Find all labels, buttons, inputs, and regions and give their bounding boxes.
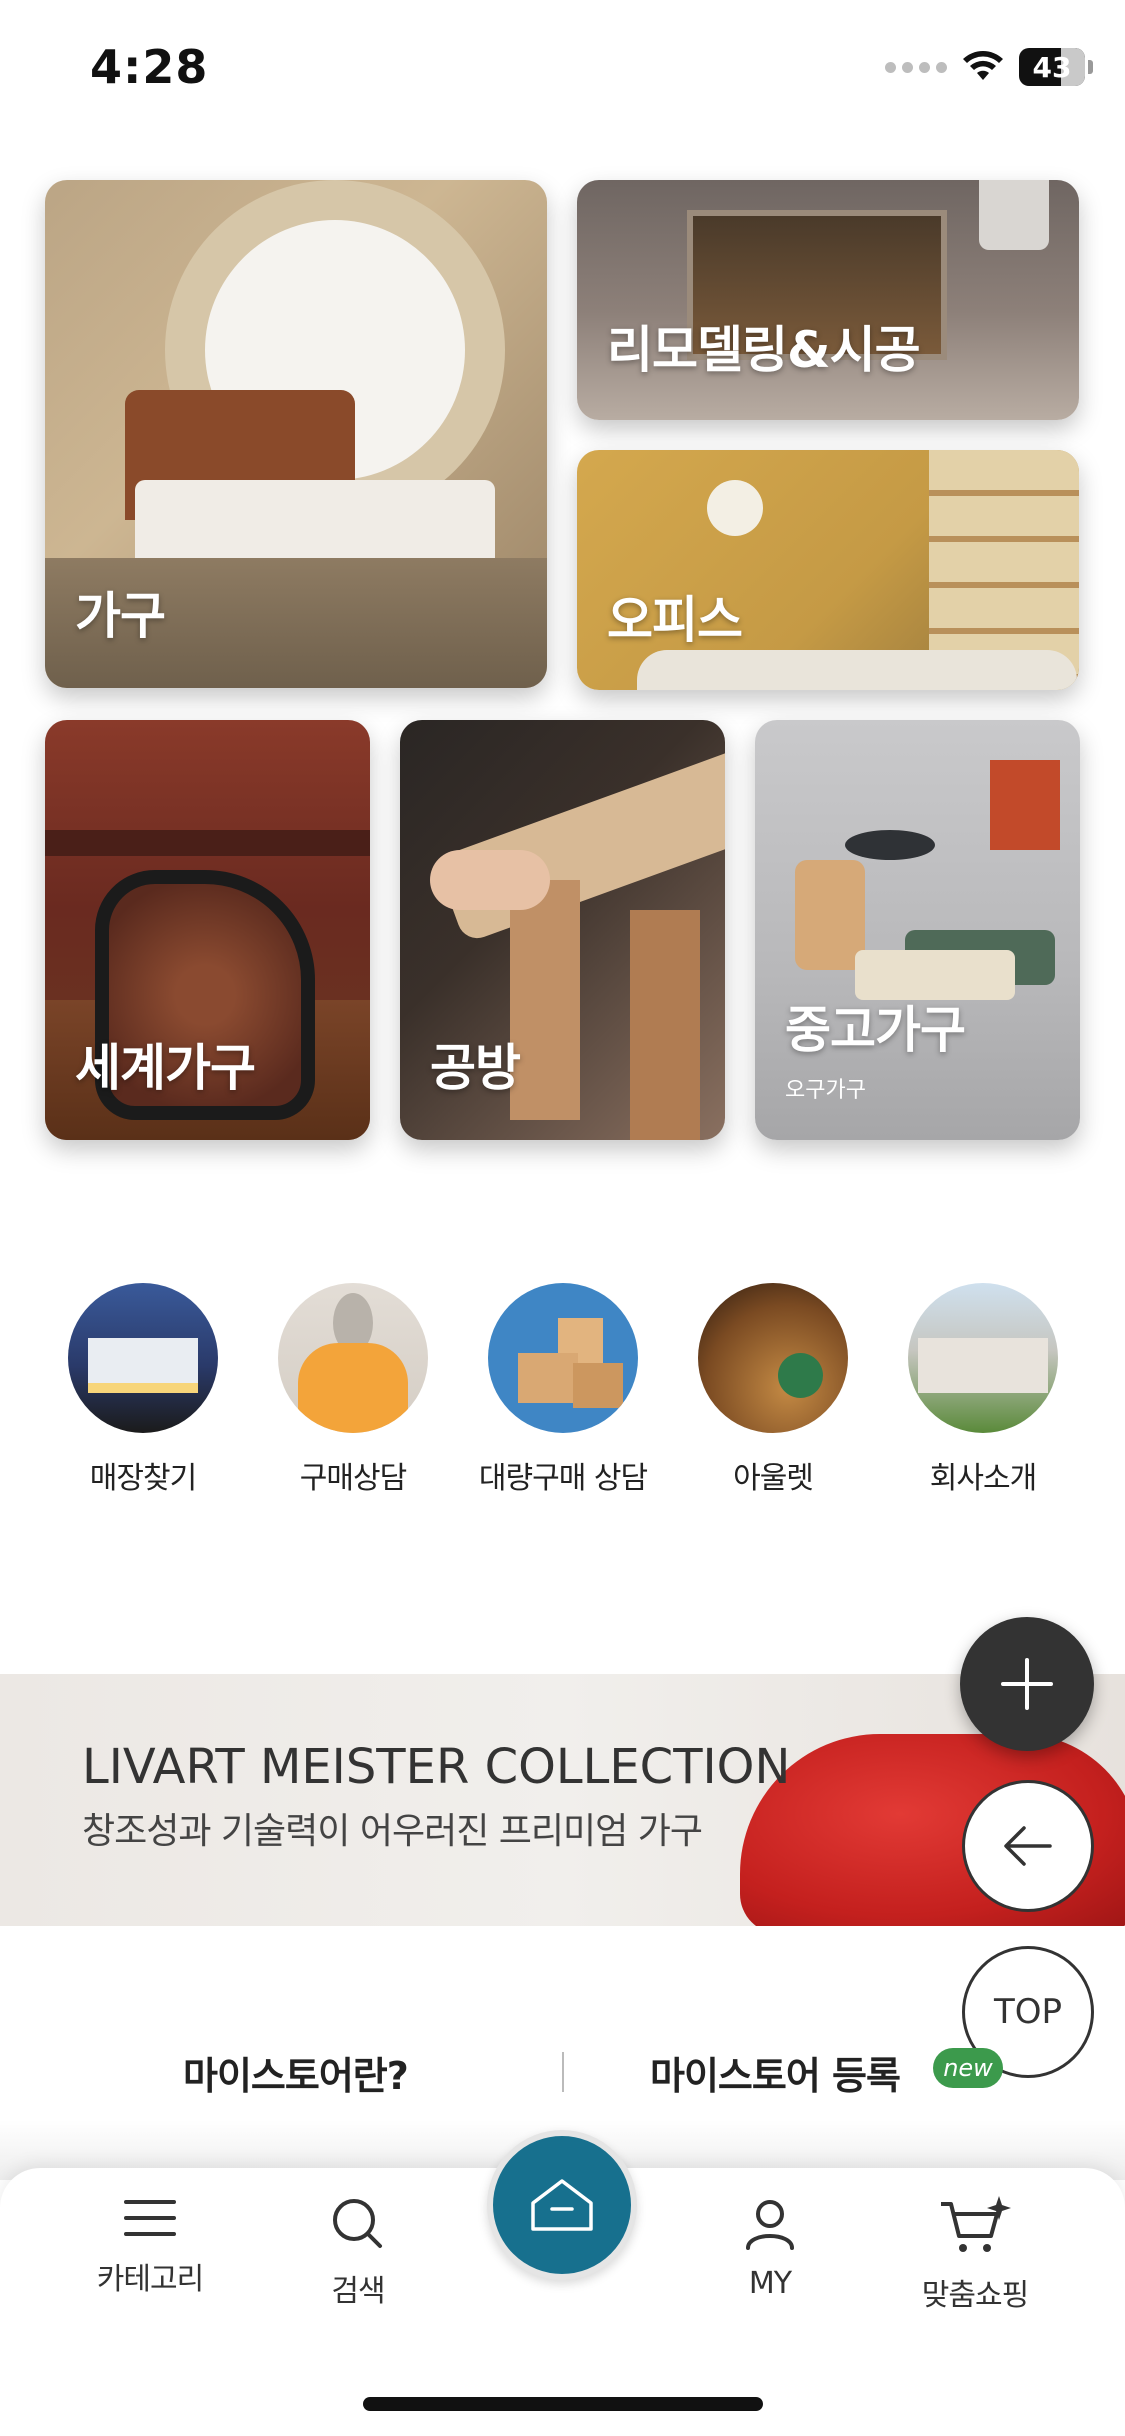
battery-level: 43 — [1032, 50, 1072, 84]
category-tile-world-furniture[interactable]: 세계가구 — [45, 720, 370, 1140]
divider — [562, 2052, 564, 2092]
category-label: 오피스 — [607, 591, 743, 649]
quick-link-purchase-consult[interactable]: 구매상담 — [253, 1283, 453, 1497]
category-sublabel: 오구가구 — [785, 1078, 866, 1103]
cellular-signal-icon — [885, 61, 947, 73]
store-building-image — [68, 1283, 218, 1433]
hamburger-menu-icon — [124, 2200, 176, 2236]
quick-link-label: 회사소개 — [929, 1461, 1037, 1496]
banner-title: LIVART MEISTER COLLECTION — [82, 1739, 791, 1795]
status-bar: 4:28 43 — [0, 0, 1125, 140]
category-label: 리모델링&시공 — [607, 321, 921, 379]
wood-post-image — [630, 910, 700, 1140]
quick-link-store-finder[interactable]: 매장찾기 — [43, 1283, 243, 1497]
meister-about-link[interactable]: 마이스토어란? — [183, 2045, 409, 2100]
nav-label: 맞춤쇼핑 — [921, 2278, 1029, 2313]
category-label: 가구 — [75, 587, 166, 645]
home-icon — [531, 2179, 593, 2231]
quick-link-label: 매장찾기 — [89, 1461, 197, 1496]
cabinet-image — [990, 760, 1060, 850]
category-label: 중고가구 — [785, 1001, 966, 1059]
arrow-left-icon — [1004, 1826, 1052, 1866]
banner-subtitle: 창조성과 기술력이 어우러진 프리미엄 가구 — [82, 1811, 703, 1852]
table-image — [637, 650, 1077, 690]
quick-link-company-intro[interactable]: 회사소개 — [883, 1283, 1083, 1497]
category-tile-workshop[interactable]: 공방 — [400, 720, 725, 1140]
hand-image — [430, 850, 550, 910]
meister-links: 마이스토어란? 마이스토어 등록 new — [0, 2040, 1125, 2120]
status-icons: 43 — [885, 48, 1093, 86]
nav-label: 검색 — [331, 2274, 385, 2309]
quick-link-label: 대량구매 상담 — [478, 1461, 648, 1496]
quick-link-label: 구매상담 — [299, 1461, 407, 1496]
outlet-image — [698, 1283, 848, 1433]
category-tile-remodeling[interactable]: 리모델링&시공 — [577, 180, 1079, 420]
category-label: 세계가구 — [75, 1039, 256, 1097]
company-building-image — [908, 1283, 1058, 1433]
back-button[interactable] — [962, 1780, 1094, 1912]
plus-icon — [1001, 1658, 1053, 1710]
quick-link-label: 아울렛 — [733, 1461, 814, 1496]
category-label: 공방 — [430, 1039, 521, 1097]
round-table-image — [845, 830, 935, 860]
quick-links: 매장찾기 구매상담 대량구매 상담 아울렛 회사소개 — [0, 1283, 1125, 1523]
boxes-image — [488, 1283, 638, 1433]
nav-label: MY — [748, 2266, 792, 2301]
home-indicator — [363, 2397, 763, 2411]
meister-register-link[interactable]: 마이스토어 등록 — [650, 2045, 901, 2100]
meister-collection-banner[interactable]: LIVART MEISTER COLLECTION 창조성과 기술력이 어우러진… — [0, 1674, 1125, 1926]
plus-button[interactable] — [960, 1617, 1094, 1751]
lamp-image — [707, 480, 763, 536]
quick-link-outlet[interactable]: 아울렛 — [673, 1283, 873, 1497]
desk-image — [45, 830, 370, 856]
category-tile-office[interactable]: 오피스 — [577, 450, 1079, 690]
scroll-top-label: TOP — [993, 1992, 1063, 2032]
wooden-toy-image — [795, 860, 865, 970]
nav-my[interactable]: MY — [690, 2196, 850, 2301]
cart-sparkle-icon — [941, 2196, 1011, 2252]
nav-search[interactable]: 검색 — [278, 2196, 438, 2310]
bed-image — [135, 480, 495, 570]
battery-icon: 43 — [1019, 48, 1093, 86]
consult-image — [278, 1283, 428, 1433]
nav-label: 카테고리 — [96, 2262, 204, 2297]
pendant-lamp-image — [979, 180, 1049, 250]
new-badge: new — [933, 2048, 1003, 2088]
wifi-icon — [963, 51, 1003, 80]
user-icon — [746, 2200, 794, 2250]
quick-link-bulk-purchase[interactable]: 대량구매 상담 — [463, 1283, 663, 1497]
wood-post-image — [510, 880, 580, 1120]
category-tile-furniture[interactable]: 가구 — [45, 180, 547, 688]
category-tile-used-furniture[interactable]: 중고가구 오구가구 — [755, 720, 1080, 1140]
nav-custom-shopping[interactable]: 맞춤쇼핑 — [895, 2196, 1055, 2314]
search-icon — [333, 2199, 382, 2248]
nav-category[interactable]: 카테고리 — [70, 2196, 230, 2298]
home-button[interactable] — [487, 2130, 637, 2280]
status-time: 4:28 — [90, 40, 209, 94]
